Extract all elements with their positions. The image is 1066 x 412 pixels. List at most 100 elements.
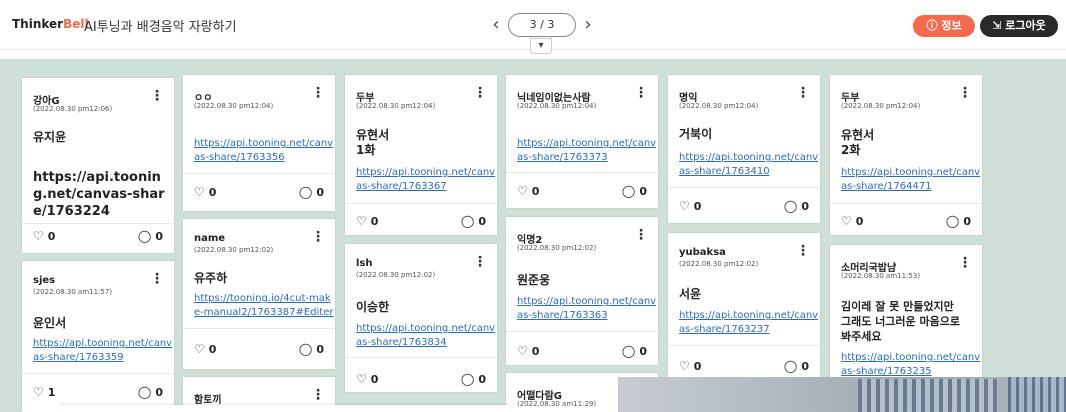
like-button[interactable]: ♡ 0 xyxy=(517,344,539,358)
post-title: 이승한 xyxy=(356,300,390,314)
post-title: 거북이 xyxy=(679,127,713,141)
like-count: 0 xyxy=(693,360,702,373)
page-indicator[interactable]: 3 / 3 xyxy=(508,13,576,37)
card-divider xyxy=(22,373,174,374)
chevron-right-icon[interactable]: › xyxy=(580,12,596,38)
like-button[interactable]: ♡ 0 xyxy=(679,359,701,373)
card-divider xyxy=(668,187,820,188)
photo-detail xyxy=(1008,377,1066,412)
comment-count: 0 xyxy=(155,386,163,399)
post-card[interactable]: 두부 (2022.08.30 pm12:04) ⋮ 유현서 1화 https:/… xyxy=(345,75,497,235)
card-divider xyxy=(506,172,658,173)
comment-button[interactable]: ◯ 0 xyxy=(461,214,486,228)
post-author: sjes xyxy=(33,275,56,286)
comment-button[interactable]: ◯ 0 xyxy=(461,372,486,386)
comment-button[interactable]: ◯ 0 xyxy=(784,359,809,373)
post-title: 윤인서 xyxy=(33,316,67,330)
like-button[interactable]: ♡ 0 xyxy=(679,199,701,213)
chevron-left-icon[interactable]: ‹ xyxy=(488,12,504,38)
post-card[interactable]: 강아G (2022.08.30 pm12:06) ⋮ 유지윤 https://a… xyxy=(22,78,174,253)
comment-count: 0 xyxy=(639,185,647,198)
post-title: 원준웅 xyxy=(517,273,551,287)
more-options-icon[interactable]: ⋮ xyxy=(634,86,648,100)
like-button[interactable]: ♡ 0 xyxy=(194,185,216,199)
more-options-icon[interactable]: ⋮ xyxy=(958,256,972,270)
post-link[interactable]: https://api.tooning.net/canvas-share/176… xyxy=(356,322,496,350)
post-author: 함토끼 xyxy=(194,395,222,406)
like-button[interactable]: ♡ 0 xyxy=(194,342,216,356)
post-card[interactable]: ㅇㅇ (2022.08.30 pm12:04) ⋮ https://api.to… xyxy=(183,75,335,211)
post-link[interactable]: https://api.tooning.net/canvas-share/176… xyxy=(679,309,819,337)
post-link[interactable]: https://api.tooning.net/canvas-share/176… xyxy=(356,166,496,194)
comment-icon: ◯ xyxy=(460,214,475,228)
like-button[interactable]: ♡ 0 xyxy=(356,372,378,386)
post-link[interactable]: https://tooning.io/4cut-make-manual2/176… xyxy=(194,292,334,320)
info-button[interactable]: ⓘ 정보 xyxy=(913,15,975,37)
comment-icon: ◯ xyxy=(460,372,475,386)
heart-icon: ♡ xyxy=(841,214,852,228)
comment-button[interactable]: ◯ 0 xyxy=(784,199,809,213)
comment-button[interactable]: ◯ 0 xyxy=(138,229,163,243)
more-options-icon[interactable]: ⋮ xyxy=(634,228,648,242)
more-options-icon[interactable]: ⋮ xyxy=(473,86,487,100)
comment-button[interactable]: ◯ 0 xyxy=(299,185,324,199)
post-link[interactable]: https://api.tooning.net/canvas-share/176… xyxy=(841,166,981,194)
more-options-icon[interactable]: ⋮ xyxy=(473,255,487,269)
like-count: 0 xyxy=(531,185,540,198)
like-button[interactable]: ♡ 0 xyxy=(841,214,863,228)
post-link[interactable]: https://api.tooning.net/canvas-share/176… xyxy=(517,295,657,323)
comment-button[interactable]: ◯ 0 xyxy=(299,342,324,356)
app-logo[interactable]: ThinkerBell xyxy=(12,17,89,31)
logout-button[interactable]: ⇲ 로그아웃 xyxy=(980,15,1058,37)
post-link[interactable]: https://api.tooning.net/canvas-share/176… xyxy=(841,351,981,379)
comment-button[interactable]: ◯ 0 xyxy=(622,184,647,198)
like-count: 0 xyxy=(208,186,217,199)
like-button[interactable]: ♡ 0 xyxy=(356,214,378,228)
post-card[interactable]: name (2022.08.30 pm12:02) ⋮ 유주하 https://… xyxy=(183,219,335,369)
card-divider xyxy=(22,223,174,224)
more-options-icon[interactable]: ⋮ xyxy=(958,86,972,100)
post-link[interactable]: https://api.tooning.net/canvas-share/176… xyxy=(33,169,173,220)
post-card[interactable]: 명익 (2022.08.30 pm12:04) ⋮ 거북이 https://ap… xyxy=(668,75,820,223)
more-options-icon[interactable]: ⋮ xyxy=(311,388,325,402)
comment-button[interactable]: ◯ 0 xyxy=(138,385,163,399)
heart-icon: ♡ xyxy=(517,184,528,198)
post-card[interactable]: lsh (2022.08.30 pm12:02) ⋮ 이승한 https://a… xyxy=(345,244,497,392)
post-link[interactable]: https://api.tooning.net/canvas-share/176… xyxy=(33,337,173,365)
comment-icon: ◯ xyxy=(137,229,152,243)
more-options-icon[interactable]: ⋮ xyxy=(311,86,325,100)
like-count: 0 xyxy=(693,200,702,213)
post-card[interactable]: 두부 (2022.08.30 pm12:04) ⋮ 유현서 2화 https:/… xyxy=(830,75,982,235)
post-link[interactable]: https://api.tooning.net/canvas-share/176… xyxy=(517,137,657,165)
comment-count: 0 xyxy=(316,186,324,199)
more-options-icon[interactable]: ⋮ xyxy=(796,86,810,100)
more-options-icon[interactable]: ⋮ xyxy=(796,244,810,258)
more-options-icon[interactable]: ⋮ xyxy=(150,272,164,286)
post-card[interactable]: 익명2 (2022.08.30 pm12:02) ⋮ 원준웅 https://a… xyxy=(506,217,658,365)
heart-icon: ♡ xyxy=(356,214,367,228)
post-card[interactable]: sjes (2022.08.30 am11:57) ⋮ 윤인서 https://… xyxy=(22,261,174,412)
post-card[interactable]: 닉네임이없는사람 (2022.08.30 pm12:04) ⋮ https://… xyxy=(506,75,658,208)
comment-count: 0 xyxy=(316,343,324,356)
comment-button[interactable]: ◯ 0 xyxy=(622,344,647,358)
like-count: 1 xyxy=(47,386,56,399)
post-date: (2022.08.30 am11:57) xyxy=(33,288,113,296)
post-card[interactable]: yubaksa (2022.08.30 pm12:02) ⋮ 서윤 https:… xyxy=(668,233,820,381)
more-options-icon[interactable]: ⋮ xyxy=(311,230,325,244)
chevron-down-icon[interactable]: ▾ xyxy=(530,38,552,54)
heart-icon: ♡ xyxy=(194,185,205,199)
like-button[interactable]: ♡ 1 xyxy=(33,385,55,399)
board-title: AI투닝과 배경음악 자랑하기 xyxy=(84,20,237,35)
post-author: lsh xyxy=(356,258,373,269)
more-options-icon[interactable]: ⋮ xyxy=(150,89,164,103)
like-button[interactable]: ♡ 0 xyxy=(33,229,55,243)
photo-detail xyxy=(858,379,998,412)
post-title: 유현서 1화 xyxy=(356,128,390,157)
like-button[interactable]: ♡ 0 xyxy=(517,184,539,198)
post-date: (2022.08.30 pm12:02) xyxy=(517,244,597,252)
post-link[interactable]: https://api.tooning.net/canvas-share/176… xyxy=(194,137,334,165)
like-count: 0 xyxy=(370,215,379,228)
post-link[interactable]: https://api.tooning.net/canvas-share/176… xyxy=(679,151,819,179)
comment-button[interactable]: ◯ 0 xyxy=(946,214,971,228)
card-divider xyxy=(506,331,658,332)
